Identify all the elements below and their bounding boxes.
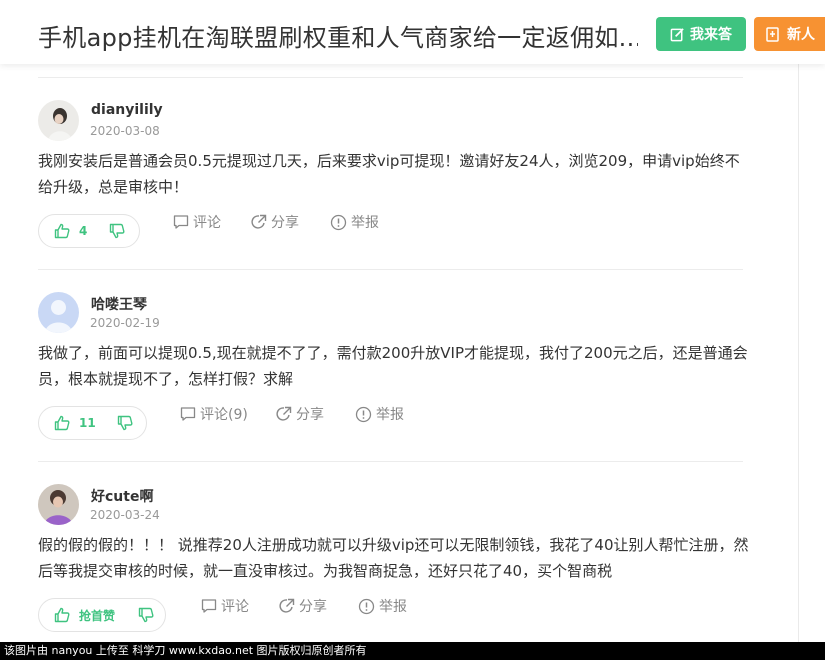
gift-icon [766,26,779,42]
avatar[interactable] [38,100,79,141]
answer-text: 我刚安装后是普通会员0.5元提现过几天，后来要求vip可提现！邀请好友24人，浏… [38,152,740,196]
page-header: 手机app挂机在淘联盟刷权重和人气商家给一定返佣如... 我来答 新人 [0,0,825,64]
answer-divider [38,269,743,270]
share-label: 分享 [271,215,299,231]
dislike-button[interactable] [117,415,133,431]
like-count: 抢首赞 [79,608,116,623]
comment-label: 评论(9) [200,407,248,423]
edit-icon [670,27,684,41]
like-button[interactable]: 4 [39,223,87,239]
report-button[interactable]: 举报 [358,596,407,616]
thumbs-up-icon [54,607,70,623]
report-button[interactable]: 举报 [355,404,404,424]
vote-group: 4 [38,214,140,248]
comment-button[interactable]: 评论 [173,212,221,232]
like-count: 4 [79,224,88,238]
comment-label: 评论 [221,599,249,615]
share-button[interactable]: 分享 [251,212,299,232]
comment-button[interactable]: 评论(9) [180,404,248,424]
report-label: 举报 [379,599,407,615]
report-icon [330,214,347,230]
comment-button[interactable]: 评论 [201,596,249,616]
answer-date: 2020-02-19 [90,316,160,330]
comment-label: 评论 [193,215,221,231]
answer-date: 2020-03-24 [90,508,160,522]
avatar[interactable] [38,292,79,333]
report-label: 举报 [376,407,404,423]
answer-divider [38,77,743,78]
thumbs-down-icon [109,223,125,239]
dislike-button[interactable] [138,607,154,623]
sidebar-divider [798,64,799,642]
avatar[interactable] [38,484,79,525]
answer-item: 哈喽王琴 2020-02-19 我做了，前面可以提现0.5,现在就提不了了，需付… [38,292,758,442]
share-button[interactable]: 分享 [276,404,324,424]
answer-item: dianyilily 2020-03-08 我刚安装后是普通会员0.5元提现过几… [38,100,758,250]
comment-icon [180,407,196,421]
image-credit-bar: 该图片由 nanyou 上传至 科学刀 www.kxdao.net 图片版权归原… [0,642,825,660]
vote-group: 11 [38,406,147,440]
user-name[interactable]: 好cute啊 [91,486,153,506]
dislike-button[interactable] [109,223,125,239]
page-title: 手机app挂机在淘联盟刷权重和人气商家给一定返佣如... [38,24,638,52]
answer-divider [38,461,743,462]
report-label: 举报 [351,215,379,231]
thumbs-down-icon [138,607,154,623]
like-count: 11 [79,416,96,430]
share-button[interactable]: 分享 [279,596,327,616]
report-icon [358,598,375,614]
answer-button[interactable]: 我来答 [656,17,746,51]
like-button[interactable]: 抢首赞 [39,607,115,624]
report-button[interactable]: 举报 [330,212,379,232]
answer-button-label: 我来答 [690,27,732,43]
thumbs-up-icon [54,415,70,431]
answer-item: 好cute啊 2020-03-24 假的假的假的！！！ 说推荐20人注册成功就可… [38,484,758,634]
answer-text: 假的假的假的！！！ 说推荐20人注册成功就可以升级vip还可以无限制领钱，我花了… [38,536,749,580]
answer-date: 2020-03-08 [90,124,160,138]
share-label: 分享 [296,407,324,423]
user-name[interactable]: 哈喽王琴 [91,294,147,314]
comment-icon [201,599,217,613]
comment-icon [173,215,189,229]
newuser-button-label: 新人 [787,27,815,43]
report-icon [355,406,372,422]
thumbs-up-icon [54,223,70,239]
thumbs-down-icon [117,415,133,431]
vote-group: 抢首赞 [38,598,166,632]
answer-text: 我做了，前面可以提现0.5,现在就提不了了，需付款200升放VIP才能提现，我付… [38,344,748,388]
share-label: 分享 [299,599,327,615]
like-button[interactable]: 11 [39,415,96,431]
newuser-button[interactable]: 新人 [754,17,825,51]
user-name[interactable]: dianyilily [91,102,163,118]
share-icon [279,598,295,613]
share-icon [251,214,267,229]
share-icon [276,406,292,421]
